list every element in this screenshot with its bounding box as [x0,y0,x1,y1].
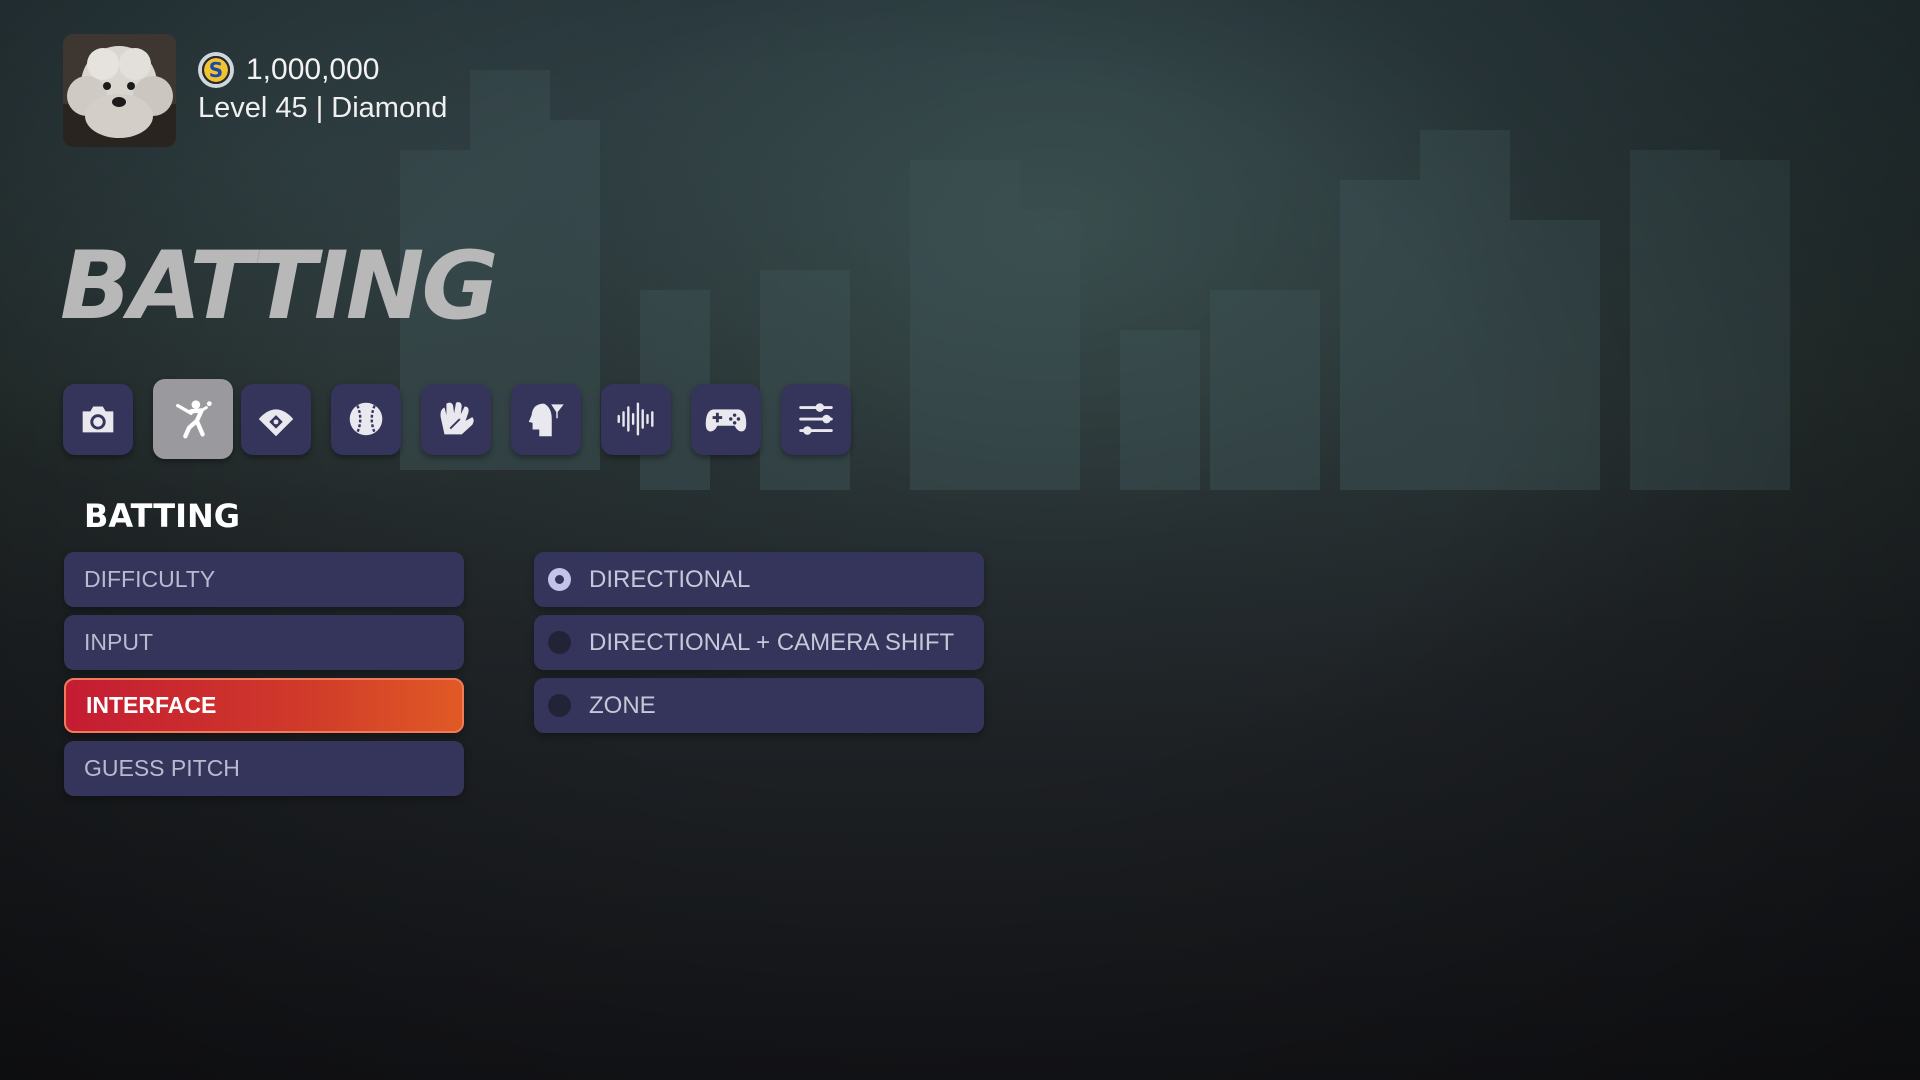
baseball-diamond-icon [258,409,294,437]
stubs-coin-icon: S [198,52,234,88]
audio-wave-icon [617,402,654,436]
category-pitching[interactable] [331,383,401,455]
menu-item-interface[interactable]: INTERFACE [64,678,464,733]
option-label: ZONE [589,691,656,719]
category-controls[interactable] [691,383,761,455]
radio-checked[interactable] [548,568,571,591]
category-audio[interactable] [601,383,671,455]
radio-unchecked[interactable] [548,694,571,717]
category-batting[interactable] [153,379,233,459]
radio-unchecked[interactable] [548,631,571,654]
camera-icon [82,406,114,433]
option-directional-camera-shift[interactable]: DIRECTIONAL + CAMERA SHIFT [534,615,984,670]
menu-item-guess-pitch[interactable]: GUESS PITCH [64,741,464,796]
menu-item-difficulty[interactable]: DIFFICULTY [64,552,464,607]
category-strategy[interactable] [511,383,581,455]
category-camera[interactable] [63,383,133,455]
avatar[interactable] [63,34,176,147]
interface-options: DIRECTIONAL DIRECTIONAL + CAMERA SHIFT Z… [534,552,984,741]
head-filter-icon [528,402,567,437]
player-profile: S 1,000,000 Level 45 | Diamond [63,34,447,147]
gamepad-icon [705,409,747,432]
settings-category-bar [63,379,871,459]
batter-icon [175,400,212,439]
batting-settings-menu: DIFFICULTY INPUT INTERFACE GUESS PITCH [64,552,464,804]
category-settings[interactable] [781,383,851,455]
category-glove[interactable] [421,383,491,455]
option-label: DIRECTIONAL + CAMERA SHIFT [589,628,955,656]
coin-balance: 1,000,000 [246,53,380,86]
baseball-icon [349,402,383,436]
option-directional[interactable]: DIRECTIONAL [534,552,984,607]
option-zone[interactable]: ZONE [534,678,984,733]
coins-row: S 1,000,000 [198,50,447,90]
category-fielding[interactable] [241,383,311,455]
page-title: BATTING [60,232,499,341]
glove-icon [440,402,474,435]
profile-info: S 1,000,000 Level 45 | Diamond [198,50,447,125]
background-vignette [0,0,1920,1080]
player-level: Level 45 | Diamond [198,92,448,124]
option-label: DIRECTIONAL [589,565,751,593]
section-title: BATTING [84,497,241,535]
dog-avatar-icon [63,34,176,147]
sliders-icon [799,403,833,435]
menu-item-input[interactable]: INPUT [64,615,464,670]
